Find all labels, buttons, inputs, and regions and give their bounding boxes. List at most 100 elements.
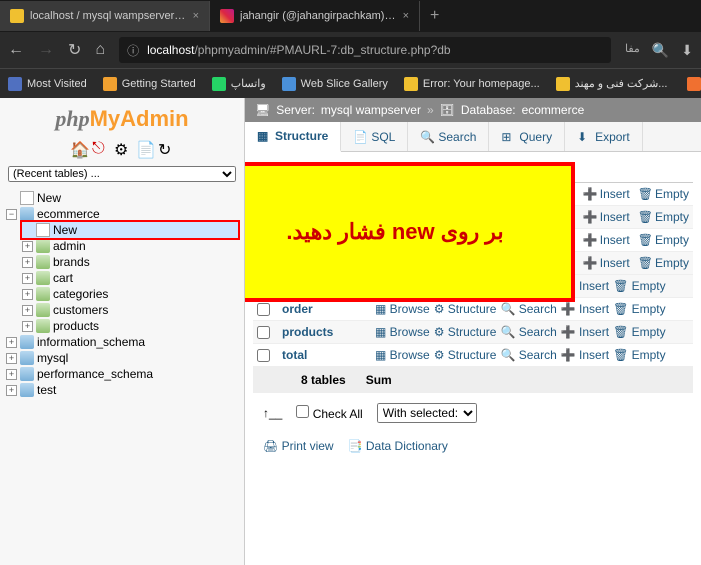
- bookmark-item[interactable]: Error: Your homepage...: [404, 77, 540, 91]
- action-search[interactable]: 🔍 Search: [500, 325, 556, 339]
- sum-count: 8 tables: [301, 373, 346, 387]
- expand-icon[interactable]: +: [22, 257, 33, 268]
- search-icon[interactable]: 🔍: [652, 42, 669, 59]
- expand-icon[interactable]: +: [6, 337, 17, 348]
- action-structure[interactable]: ⚙ Structure: [434, 348, 497, 362]
- address-bar[interactable]: ⓘ localhost/phpmyadmin/#PMAURL-7:db_stru…: [119, 37, 611, 63]
- bookmark-icon: [103, 77, 117, 91]
- action-insert[interactable]: ➕ Insert: [561, 325, 609, 339]
- print-view-link[interactable]: 🖨 Print view: [263, 439, 334, 453]
- docs-icon[interactable]: 📄: [136, 140, 152, 156]
- tree-table[interactable]: +brands: [22, 254, 238, 270]
- expand-icon[interactable]: +: [22, 273, 33, 284]
- row-checkbox[interactable]: [257, 326, 270, 339]
- tree-table[interactable]: +admin: [22, 238, 238, 254]
- database-icon: [20, 367, 34, 381]
- expand-icon[interactable]: +: [22, 305, 33, 316]
- action-empty[interactable]: 🗑Empty: [638, 256, 689, 270]
- action-insert[interactable]: ➕ Insert: [561, 348, 609, 362]
- action-browse[interactable]: ▦ Browse: [375, 348, 430, 362]
- expand-icon[interactable]: +: [22, 289, 33, 300]
- action-insert[interactable]: ➕Insert: [583, 187, 630, 201]
- collapse-icon[interactable]: −: [6, 209, 17, 220]
- recent-tables-select[interactable]: (Recent tables) ...: [8, 166, 236, 182]
- tab-search[interactable]: 🔍Search: [408, 122, 489, 151]
- tree-table[interactable]: +products: [22, 318, 238, 334]
- expand-icon[interactable]: +: [22, 321, 33, 332]
- tab-export[interactable]: ⬇Export: [565, 122, 643, 151]
- tree-new-table[interactable]: New: [22, 222, 238, 238]
- action-empty[interactable]: 🗑Empty: [638, 210, 689, 224]
- reload-icon[interactable]: ↻: [158, 140, 174, 156]
- expand-icon[interactable]: +: [22, 241, 33, 252]
- action-search[interactable]: 🔍 Search: [500, 302, 556, 316]
- home-icon[interactable]: 🏠: [70, 140, 86, 156]
- bookmark-item[interactable]: Getting Started: [103, 77, 196, 91]
- bookmark-item[interactable]: شرکت فنی و مهند...: [556, 77, 668, 91]
- home-button[interactable]: ⌂: [95, 41, 105, 59]
- bookmark-item[interactable]: Web Slice Gallery: [282, 77, 388, 91]
- bookmark-item[interactable]: واتساپ: [212, 77, 266, 91]
- action-structure[interactable]: ⚙ Structure: [434, 302, 497, 316]
- row-checkbox[interactable]: [257, 303, 270, 316]
- tree-db[interactable]: + information_schema: [6, 334, 238, 350]
- check-all-checkbox[interactable]: [296, 405, 309, 418]
- tree-table[interactable]: +cart: [22, 270, 238, 286]
- action-structure[interactable]: ⚙ Structure: [434, 325, 497, 339]
- expand-icon[interactable]: +: [6, 385, 17, 396]
- action-insert[interactable]: ➕Insert: [583, 256, 630, 270]
- table-name[interactable]: total: [282, 348, 367, 362]
- action-empty[interactable]: 🗑Empty: [638, 233, 689, 247]
- query-icon: ⊞: [501, 130, 515, 144]
- new-tab-button[interactable]: +: [420, 7, 449, 25]
- download-icon[interactable]: ⬇: [681, 42, 693, 59]
- with-selected-select[interactable]: With selected:: [377, 403, 477, 423]
- table-name[interactable]: products: [282, 325, 367, 339]
- tree-new[interactable]: New: [6, 190, 238, 206]
- tree-label: mysql: [37, 351, 68, 365]
- browser-tab-bar: localhost / mysql wampserver / ec × jaha…: [0, 0, 701, 32]
- action-empty[interactable]: 🗑 Empty: [613, 348, 666, 362]
- tree-db[interactable]: +test: [6, 382, 238, 398]
- browser-tab[interactable]: jahangir (@jahangirpachkam) • Ins ×: [210, 1, 420, 31]
- action-insert[interactable]: ➕Insert: [583, 233, 630, 247]
- browser-tab[interactable]: localhost / mysql wampserver / ec ×: [0, 1, 210, 31]
- action-browse[interactable]: ▦ Browse: [375, 302, 430, 316]
- action-empty[interactable]: 🗑Empty: [638, 187, 689, 201]
- tab-close-icon[interactable]: ×: [403, 10, 409, 22]
- table-name[interactable]: order: [282, 302, 367, 316]
- action-empty[interactable]: 🗑 Empty: [613, 279, 666, 293]
- table-icon: [36, 271, 50, 285]
- table-row: total ▦ Browse ⚙ Structure 🔍 Search ➕ In…: [253, 344, 693, 367]
- check-all[interactable]: Check All: [296, 405, 362, 421]
- expand-icon[interactable]: +: [6, 369, 17, 380]
- action-insert[interactable]: ➕Insert: [583, 210, 630, 224]
- bc-server-link[interactable]: mysql wampserver: [321, 103, 421, 117]
- cpanel-icon[interactable]: [687, 77, 701, 91]
- expand-icon[interactable]: +: [6, 353, 17, 364]
- action-empty[interactable]: 🗑 Empty: [613, 302, 666, 316]
- reload-button[interactable]: ↻: [68, 40, 81, 60]
- tree-db[interactable]: +performance_schema: [6, 366, 238, 382]
- data-dictionary-link[interactable]: 📑 Data Dictionary: [348, 439, 448, 453]
- sql-icon[interactable]: ⚙: [114, 140, 130, 156]
- back-button[interactable]: ←: [8, 41, 24, 59]
- logout-icon[interactable]: ⎋: [92, 140, 108, 156]
- row-checkbox[interactable]: [257, 349, 270, 362]
- tree-table[interactable]: +customers: [22, 302, 238, 318]
- bc-db-link[interactable]: ecommerce: [522, 103, 585, 117]
- action-browse[interactable]: ▦ Browse: [375, 325, 430, 339]
- tab-close-icon[interactable]: ×: [193, 10, 199, 22]
- info-icon: ⓘ: [127, 42, 139, 59]
- action-search[interactable]: 🔍 Search: [500, 348, 556, 362]
- action-insert[interactable]: ➕ Insert: [561, 302, 609, 316]
- tree-label: information_schema: [37, 335, 145, 349]
- tab-structure[interactable]: ▦Structure: [245, 122, 341, 152]
- tab-sql[interactable]: 📄SQL: [341, 122, 408, 151]
- tab-query[interactable]: ⊞Query: [489, 122, 565, 151]
- tree-db-ecommerce[interactable]: −ecommerce: [6, 206, 238, 222]
- tree-table[interactable]: +categories: [22, 286, 238, 302]
- action-empty[interactable]: 🗑 Empty: [613, 325, 666, 339]
- bookmark-item[interactable]: Most Visited: [8, 77, 87, 91]
- tree-db[interactable]: + mysql: [6, 350, 238, 366]
